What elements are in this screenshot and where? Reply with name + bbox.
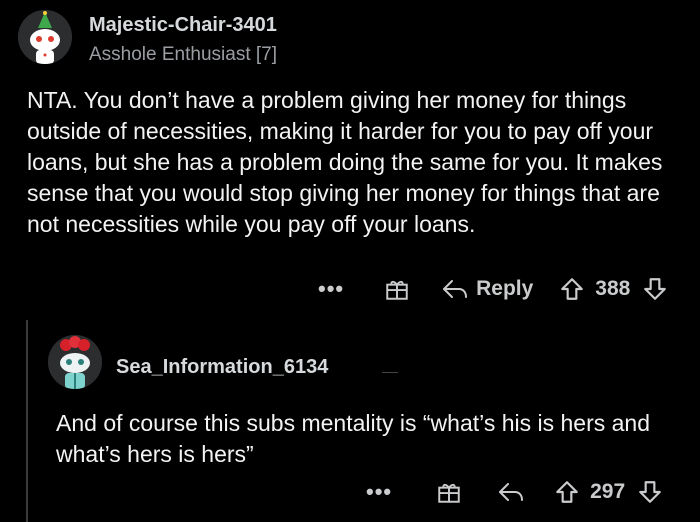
downvote-icon[interactable]: [642, 276, 668, 302]
avatar[interactable]: [18, 10, 72, 64]
reply-avatar[interactable]: [48, 335, 102, 389]
upvote-icon[interactable]: [554, 479, 580, 505]
vote-score: 388: [595, 277, 631, 300]
reply-arrow-icon: [442, 278, 468, 300]
reply-actions: ••• 297: [366, 477, 663, 507]
upvote-icon[interactable]: [559, 276, 585, 302]
snoo-avatar-icon: [48, 335, 102, 389]
user-flair: Asshole Enthusiast [7]: [89, 44, 277, 65]
vote-score: 297: [590, 480, 626, 503]
reply-button[interactable]: Reply: [442, 277, 533, 301]
more-options-button[interactable]: •••: [318, 276, 344, 302]
downvote-icon[interactable]: [637, 479, 663, 505]
comment-actions: ••• Reply 388: [318, 274, 668, 304]
more-options-button[interactable]: •••: [366, 479, 392, 505]
thread-line[interactable]: [26, 320, 28, 522]
reply-body: And of course this subs mentality is “wh…: [56, 410, 651, 467]
gift-icon[interactable]: [436, 479, 462, 505]
gift-icon[interactable]: [384, 276, 410, 302]
snoo-avatar-icon: [18, 10, 72, 64]
comment-username[interactable]: Majestic-Chair-3401: [89, 14, 277, 37]
reply-label: Reply: [476, 277, 534, 300]
reply-meta-dots: [382, 372, 398, 373]
reply-button[interactable]: [498, 481, 524, 503]
reply-username[interactable]: Sea_Information_6134: [116, 356, 328, 379]
reply-arrow-icon: [499, 483, 524, 501]
comment-body: NTA. You don’t have a problem giving her…: [27, 87, 663, 237]
